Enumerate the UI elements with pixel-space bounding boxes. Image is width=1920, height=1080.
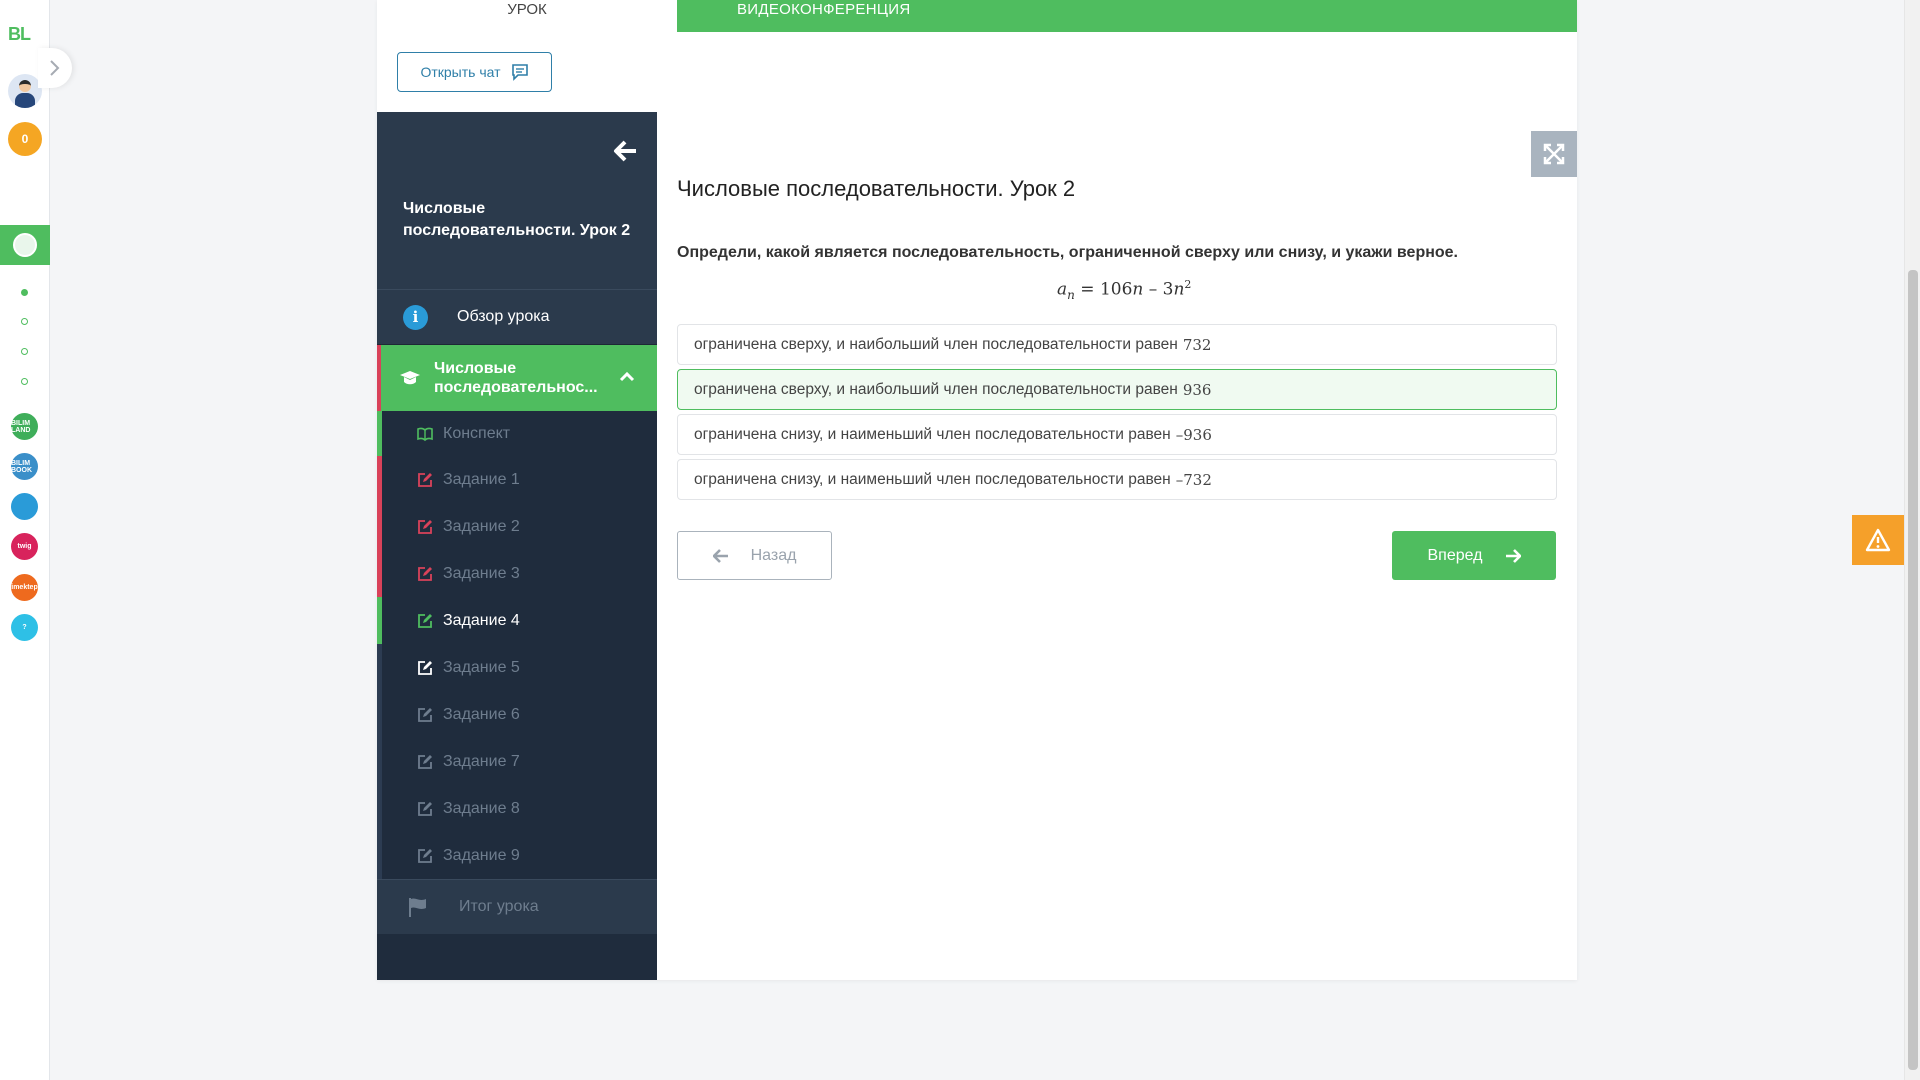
sidebar-item-task[interactable]: Задание 7 [377,738,657,785]
points-badge[interactable]: 0 [8,122,42,156]
sidebar-task-label: Задание 4 [443,611,520,629]
sidebar-item-task[interactable]: Задание 4 [377,597,657,644]
app-logo[interactable]: BL [8,24,31,45]
rail-sub-item[interactable] [21,289,28,296]
sidebar-task-label: Задание 2 [443,517,520,535]
edit-icon [418,660,432,675]
answer-option[interactable]: ограничена снизу, и наименьший член посл… [677,414,1557,455]
edit-icon [418,566,432,581]
answer-option[interactable]: ограничена сверху, и наибольший член пос… [677,369,1557,410]
bilim-land-icon[interactable]: BILIM LAND [11,413,38,440]
answer-text: ограничена сверху, и наибольший член пос… [694,335,1178,353]
answer-value: –936 [1175,425,1212,444]
sidebar-task-label: Задание 3 [443,564,520,582]
back-button[interactable]: Назад [677,531,832,580]
checklist-icon[interactable] [11,493,38,520]
twig-icon[interactable]: twig [11,533,38,560]
chat-icon [511,64,528,81]
sidebar-item-task[interactable]: Задание 5 [377,644,657,691]
next-label: Вперед [1427,546,1483,564]
lesson-sidebar: Числовые последовательности. Урок 2 i Об… [377,112,657,980]
answer-options: ограничена сверху, и наибольший член пос… [677,324,1557,504]
help-icon[interactable]: ? [11,614,38,641]
next-button[interactable]: Вперед [1392,531,1556,580]
warning-icon [1865,528,1891,552]
tab-videoconference[interactable]: ВИДЕОКОНФЕРЕНЦИЯ [677,0,1577,32]
edit-icon [418,707,432,722]
edit-icon [418,848,432,863]
sidebar-section-label: Числовые последовательнос... [434,360,598,396]
answer-option[interactable]: ограничена снизу, и наименьший член посл… [677,459,1557,500]
arrow-left-icon[interactable] [613,138,639,164]
sidebar-item-task[interactable]: Задание 8 [377,785,657,832]
scrollbar-thumb[interactable] [1908,270,1918,1070]
expand-icon [1543,143,1565,165]
edit-icon [418,754,432,769]
answer-value: 936 [1182,380,1212,399]
sidebar-task-label: Задание 1 [443,470,520,488]
sidebar-task-label: Задание 7 [443,752,520,770]
sidebar-item-task[interactable]: Задание 6 [377,691,657,738]
arrow-left-icon [712,548,728,563]
answer-value: –732 [1175,470,1212,489]
lesson-card: УРОК ВИДЕОКОНФЕРЕНЦИЯ Открыть чат Числов… [377,0,1577,980]
imektep-icon[interactable]: imektep [11,574,38,601]
sidebar-task-label: Задание 9 [443,846,520,864]
left-rail: BL 0 BILIM LAND BILIM BOOK twig imektep? [0,0,50,1080]
chevron-right-icon [50,60,60,76]
flag-icon [409,898,426,917]
rail-sub-item[interactable] [21,348,28,355]
avatar[interactable] [8,74,42,108]
page-title: Числовые последовательности. Урок 2 [677,176,1076,201]
chevron-up-icon [619,371,635,382]
answer-value: 732 [1182,335,1212,354]
back-label: Назад [750,546,797,564]
sidebar-item-task[interactable]: Конспект [377,411,657,456]
sidebar-task-label: Задание 8 [443,799,520,817]
sidebar-item-task[interactable]: Задание 9 [377,832,657,879]
sidebar-task-label: Конспект [443,424,511,442]
online-mektep-app[interactable] [0,225,50,265]
sidebar-item-task[interactable]: Задание 2 [377,503,657,550]
sidebar-overview-label: Обзор урока [457,308,550,325]
sidebar-item-task[interactable]: Задание 3 [377,550,657,597]
edit-icon [418,801,432,816]
book-icon [417,427,433,441]
sidebar-lesson-title: Числовые последовательности. Урок 2 [403,200,631,239]
answer-text: ограничена снизу, и наименьший член посл… [694,470,1171,488]
bilim-book-icon[interactable]: BILIM BOOK [11,453,38,480]
online-mektep-icon [13,233,37,257]
sidebar-task-label: Задание 6 [443,705,520,723]
info-icon: i [403,304,428,330]
sidebar-header: Числовые последовательности. Урок 2 [377,112,657,290]
edit-icon [418,519,432,534]
edit-icon [418,613,432,628]
graduation-cap-icon [400,371,420,385]
arrow-right-icon [1505,548,1521,563]
tab-lesson[interactable]: УРОК [377,0,677,32]
rail-sub-item[interactable] [21,318,28,325]
edit-icon [418,472,432,487]
answer-text: ограничена сверху, и наибольший член пос… [694,380,1178,398]
sidebar-result-label: Итог урока [459,898,539,915]
sidebar-task-label: Задание 5 [443,658,520,676]
sidebar-item-task[interactable]: Задание 1 [377,456,657,503]
sidebar-task-list: Конспект Задание 1 Задание 2 Задание 3 Задан… [377,411,657,879]
answer-text: ограничена снизу, и наименьший член посл… [694,425,1171,443]
rail-expand-toggle[interactable] [38,48,72,88]
open-chat-button[interactable]: Открыть чат [397,52,552,92]
formula: an = 106n – 3n2 [1057,278,1192,303]
answer-option[interactable]: ограничена сверху, и наибольший член пос… [677,324,1557,365]
rail-sub-item[interactable] [21,378,28,385]
report-issue-button[interactable] [1852,515,1904,565]
sidebar-item-result[interactable]: Итог урока [377,879,657,934]
sidebar-item-overview[interactable]: i Обзор урока [377,290,657,345]
question-text: Определи, какой является последовательно… [677,244,1458,261]
fullscreen-button[interactable] [1531,131,1577,177]
sidebar-section-sequences[interactable]: Числовые последовательнос... [377,345,657,411]
page-scrollbar[interactable] [1904,0,1920,1080]
open-chat-label: Открыть чат [420,64,501,80]
